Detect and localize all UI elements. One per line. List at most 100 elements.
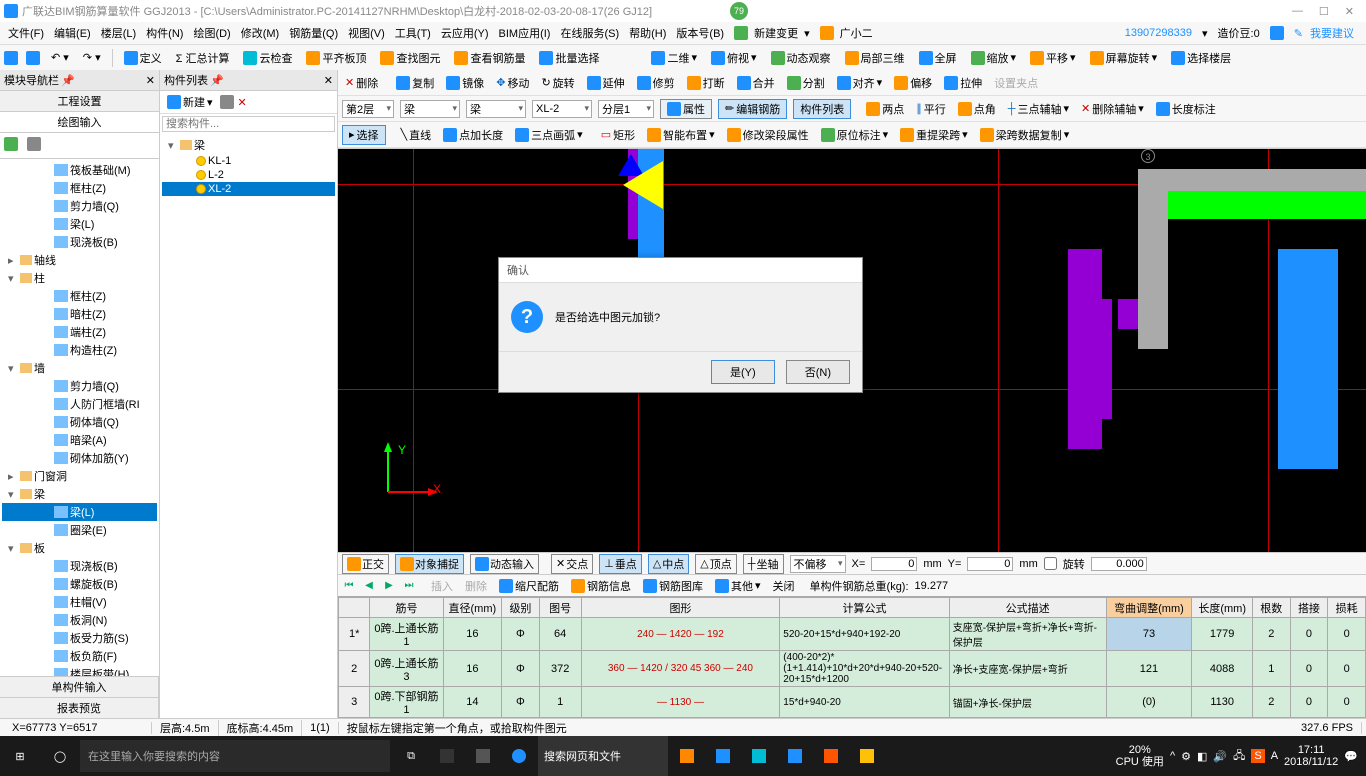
edit-rebar-button[interactable]: ✏编辑钢筋 (718, 99, 787, 119)
menu-file[interactable]: 文件(F) (4, 25, 48, 41)
x-input[interactable] (871, 557, 917, 571)
define-button[interactable]: 定义 (121, 49, 165, 67)
save-icon[interactable] (26, 51, 40, 65)
taskbar-search[interactable]: 在这里输入你要搜索的内容 (80, 740, 390, 772)
table-cell[interactable]: 0跨.上通长筋3 (370, 651, 443, 687)
app-icon-7[interactable] (814, 736, 848, 776)
rebar-lib-button[interactable]: 钢筋图库 (640, 577, 706, 595)
table-cell[interactable]: 0 (1290, 687, 1328, 718)
tree-item[interactable]: ▾板 (2, 539, 157, 557)
tray-volume-icon[interactable]: 🔊 (1213, 750, 1227, 763)
mirror-tool[interactable]: 镜像 (443, 74, 487, 92)
menu-modify[interactable]: 修改(M) (237, 25, 284, 41)
rotate-tool[interactable]: ↻旋转 (538, 74, 577, 92)
tree-item[interactable]: 螺旋板(B) (2, 575, 157, 593)
table-cell[interactable]: (400-20*2)*(1+1.414)+10*d+20*d+940-20+52… (780, 651, 949, 687)
table-cell[interactable]: — 1130 — (581, 687, 780, 718)
close-rebar-button[interactable]: 关闭 (770, 577, 798, 595)
open-icon[interactable] (4, 51, 18, 65)
table-cell[interactable]: 121 (1106, 651, 1192, 687)
y-input[interactable] (967, 557, 1013, 571)
menu-component[interactable]: 构件(N) (142, 25, 187, 41)
browser-search[interactable]: 搜索网页和文件 (538, 736, 668, 776)
tree-item[interactable]: 人防门框墙(RI (2, 395, 157, 413)
tray-network-icon[interactable]: 🖧 (1233, 747, 1245, 766)
cross-snap[interactable]: ✕交点 (551, 554, 593, 574)
delete-icon[interactable]: ✕ (238, 96, 247, 109)
tree-item[interactable]: ▾梁 (2, 485, 157, 503)
floor-select[interactable]: 第2层 (342, 100, 394, 118)
other-menu[interactable]: 其他 ▾ (712, 577, 764, 595)
component-search-input[interactable] (162, 116, 335, 132)
close-panel-icon[interactable]: ✕ (146, 74, 155, 87)
app-icon-3[interactable] (670, 736, 704, 776)
align-tool[interactable]: 对齐 ▾ (834, 74, 886, 92)
pan-button[interactable]: 平移 ▾ (1027, 49, 1079, 67)
trim-tool[interactable]: 修剪 (634, 74, 678, 92)
tree-item[interactable]: 砌体墙(Q) (2, 413, 157, 431)
table-cell[interactable]: 372 (539, 651, 581, 687)
subcategory-select[interactable]: 梁 (466, 100, 526, 118)
col-header[interactable]: 计算公式 (780, 598, 949, 618)
orig-mark-tool[interactable]: 原位标注 ▾ (818, 126, 892, 144)
mid-snap[interactable]: △中点 (648, 554, 689, 574)
col-header[interactable]: 图号 (539, 598, 581, 618)
rebar-info-button[interactable]: 钢筋信息 (568, 577, 634, 595)
rect-tool[interactable]: ▭矩形 (598, 126, 638, 144)
col-header[interactable] (339, 598, 370, 618)
category-select[interactable]: 梁 (400, 100, 460, 118)
delete-tool[interactable]: ✕删除 (342, 74, 381, 92)
menu-tools[interactable]: 工具(T) (391, 25, 435, 41)
dyn-input-toggle[interactable]: 动态输入 (470, 554, 539, 574)
app-icon-5[interactable] (742, 736, 776, 776)
tree-item[interactable]: 暗柱(Z) (2, 305, 157, 323)
table-cell[interactable]: Φ (502, 651, 540, 687)
tree-item[interactable]: ▸门窗洞 (2, 467, 157, 485)
new-change-button[interactable]: 新建变更 ▾ (730, 25, 814, 41)
col-header[interactable]: 搭接 (1290, 598, 1328, 618)
tree-item[interactable]: 端柱(Z) (2, 323, 157, 341)
copy-span-tool[interactable]: 梁跨数据复制 ▾ (977, 126, 1073, 144)
axis-snap[interactable]: ┼坐轴 (743, 554, 784, 574)
table-cell[interactable]: 1779 (1192, 618, 1253, 651)
arc3-tool[interactable]: 三点画弧 ▾ (512, 126, 586, 144)
zoom-button[interactable]: 缩放 ▾ (968, 49, 1020, 67)
cpu-meter[interactable]: 20%CPU 使用 (1116, 744, 1164, 768)
menu-floor[interactable]: 楼层(L) (97, 25, 140, 41)
cloud-check-button[interactable]: 云检查 (240, 49, 295, 67)
start-button[interactable]: ⊞ (0, 736, 40, 776)
split-tool[interactable]: 分割 (784, 74, 828, 92)
last-icon[interactable]: ⏭ (402, 579, 416, 593)
table-cell[interactable]: 2 (1252, 618, 1290, 651)
bell-icon[interactable] (1270, 26, 1284, 40)
merge-tool[interactable]: 合并 (734, 74, 778, 92)
single-component-tab[interactable]: 单构件输入 (0, 677, 159, 697)
table-cell[interactable]: 0 (1328, 651, 1366, 687)
table-cell[interactable]: 73 (1106, 618, 1192, 651)
table-cell[interactable]: 净长+支座宽-保护层+弯折 (949, 651, 1106, 687)
menu-cloud[interactable]: 云应用(Y) (437, 25, 493, 41)
suggest-button[interactable]: ✎ 我要建议 (1290, 25, 1362, 41)
table-cell[interactable]: 1 (1252, 651, 1290, 687)
rotate-input[interactable] (1091, 557, 1147, 571)
tree-item[interactable]: 圈梁(E) (2, 521, 157, 539)
table-cell[interactable]: Φ (502, 618, 540, 651)
tree-item[interactable]: 筏板基础(M) (2, 161, 157, 179)
break-tool[interactable]: 打断 (684, 74, 728, 92)
tree-item[interactable]: XL-2 (162, 182, 335, 196)
tree-item[interactable]: 板负筋(F) (2, 647, 157, 665)
two-point-aux[interactable]: 两点 (863, 100, 907, 118)
clock[interactable]: 17:112018/11/12 (1284, 744, 1338, 768)
category-tree[interactable]: 筏板基础(M)框柱(Z)剪力墙(Q)梁(L)现浇板(B)▸轴线▾柱框柱(Z)暗柱… (0, 159, 159, 676)
prev-icon[interactable]: ◀ (362, 579, 376, 593)
tree-item[interactable]: 构造柱(Z) (2, 341, 157, 359)
2d-button[interactable]: 二维 ▾ (648, 49, 700, 67)
component-tree[interactable]: ▾梁KL-1L-2XL-2 (160, 134, 337, 718)
agent-button[interactable]: 广小二 (816, 25, 881, 41)
tree-item[interactable]: 暗梁(A) (2, 431, 157, 449)
props-button[interactable]: 属性 (660, 99, 712, 119)
first-icon[interactable]: ⏮ (342, 579, 356, 593)
tree-item[interactable]: 梁(L) (2, 503, 157, 521)
col-header[interactable]: 长度(mm) (1192, 598, 1253, 618)
comp-list-button[interactable]: 构件列表 (793, 99, 851, 119)
